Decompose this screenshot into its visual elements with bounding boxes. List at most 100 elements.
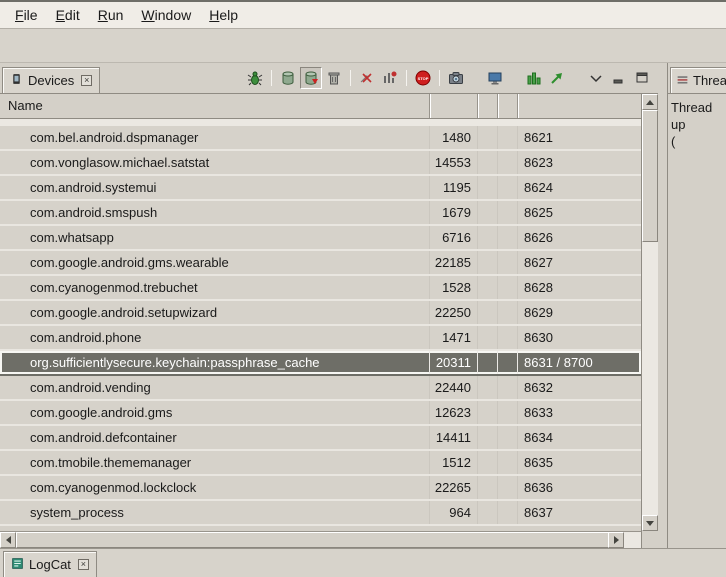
process-pid: 6716 — [430, 226, 478, 249]
scroll-up-icon[interactable] — [642, 94, 658, 110]
tab-threads[interactable]: Threa — [670, 67, 726, 93]
menu-help[interactable]: Help — [200, 4, 247, 26]
eclipse-ddms-window: File Edit Run Window Help Devices × — [0, 0, 726, 577]
view-menu-icon[interactable] — [585, 67, 607, 89]
process-col2 — [498, 326, 518, 349]
process-port: 8627 — [518, 251, 641, 274]
process-pid: 1471 — [430, 326, 478, 349]
process-pid: 22250 — [430, 301, 478, 324]
close-icon[interactable]: × — [78, 559, 89, 570]
process-name: com.cyanogenmod.trebuchet — [0, 276, 430, 299]
process-row[interactable]: com.android.defcontainer 14411 8634 — [0, 426, 641, 451]
process-row[interactable]: com.android.phone 1471 8630 — [0, 326, 641, 351]
process-port: 8628 — [518, 276, 641, 299]
column-header-1[interactable] — [478, 94, 498, 118]
tab-devices[interactable]: Devices × — [2, 67, 100, 93]
menu-run[interactable]: Run — [89, 4, 133, 26]
process-name: org.sufficientlysecure.keychain:passphra… — [0, 351, 430, 374]
column-header-2[interactable] — [498, 94, 518, 118]
process-col2 — [498, 401, 518, 424]
column-header-port[interactable] — [518, 94, 641, 118]
update-threads-icon[interactable] — [356, 67, 378, 89]
scroll-right-icon[interactable] — [608, 532, 624, 548]
process-row[interactable]: com.android.smspush 1679 8625 — [0, 201, 641, 226]
logcat-tab-label: LogCat — [29, 557, 71, 572]
process-name: com.android.systemui — [0, 176, 430, 199]
cause-gc-icon[interactable] — [323, 67, 345, 89]
process-row[interactable]: com.cyanogenmod.trebuchet 1528 8628 — [0, 276, 641, 301]
process-pid: 14553 — [430, 151, 478, 174]
process-port: 8623 — [518, 151, 641, 174]
tab-logcat[interactable]: LogCat × — [3, 551, 97, 577]
process-row[interactable]: org.sufficientlysecure.keychain:passphra… — [0, 351, 641, 376]
devices-tab-label: Devices — [28, 73, 74, 88]
process-col1 — [478, 176, 498, 199]
process-row[interactable]: com.bel.android.dspmanager 1480 8621 — [0, 126, 641, 151]
column-header-name[interactable]: Name — [0, 94, 430, 118]
toolbar-separator — [350, 70, 351, 86]
process-name: com.bel.android.dspmanager — [0, 126, 430, 149]
process-col1 — [478, 476, 498, 499]
process-row[interactable]: com.google.android.gms 12623 8633 — [0, 401, 641, 426]
vertical-scroll-thumb[interactable] — [642, 110, 658, 242]
threads-message-line: Thread up — [671, 99, 723, 133]
process-pid: 1512 — [430, 451, 478, 474]
process-col2 — [498, 251, 518, 274]
threads-icon — [676, 73, 689, 89]
process-row[interactable]: system_process 964 8637 — [0, 501, 641, 526]
process-row[interactable]: com.tmobile.thememanager 1512 8635 — [0, 451, 641, 476]
workbench-area: Devices × — [0, 63, 726, 548]
hierarchy-bars-icon[interactable] — [523, 67, 545, 89]
scroll-left-icon[interactable] — [0, 532, 16, 548]
screen-record-icon[interactable] — [484, 67, 506, 89]
process-row[interactable]: com.android.systemui 1195 8624 — [0, 176, 641, 201]
screen-capture-icon[interactable] — [445, 67, 467, 89]
stop-process-icon[interactable]: STOP — [412, 67, 434, 89]
process-pid: 964 — [430, 501, 478, 524]
process-col1 — [478, 226, 498, 249]
menu-window[interactable]: Window — [132, 4, 200, 26]
process-port: 8629 — [518, 301, 641, 324]
minimize-view-icon[interactable] — [608, 67, 630, 89]
process-port: 8635 — [518, 451, 641, 474]
process-row[interactable]: com.whatsapp 6716 8626 — [0, 226, 641, 251]
menu-edit[interactable]: Edit — [47, 4, 89, 26]
process-row[interactable]: com.cyanogenmod.lockclock 22265 8636 — [0, 476, 641, 501]
process-col1 — [478, 451, 498, 474]
panel-sash[interactable] — [658, 63, 667, 548]
maximize-view-icon[interactable] — [631, 67, 653, 89]
update-heap-icon[interactable] — [277, 67, 299, 89]
process-col1 — [478, 251, 498, 274]
vertical-scrollbar[interactable] — [641, 94, 658, 531]
scroll-down-icon[interactable] — [642, 515, 658, 531]
process-col1 — [478, 326, 498, 349]
process-col2 — [498, 501, 518, 524]
process-col2 — [498, 226, 518, 249]
toolbar-separator — [271, 70, 272, 86]
dump-hprof-icon[interactable] — [300, 67, 322, 89]
table-header: Name — [0, 94, 641, 119]
debug-process-icon[interactable] — [244, 67, 266, 89]
menu-file[interactable]: File — [6, 4, 47, 26]
threads-message-line: ( — [671, 133, 723, 150]
threads-message: Thread up ( — [668, 93, 726, 548]
process-port: 8633 — [518, 401, 641, 424]
horizontal-scrollbar[interactable] — [0, 531, 641, 548]
close-icon[interactable]: × — [81, 75, 92, 86]
process-col1 — [478, 426, 498, 449]
process-col2 — [498, 426, 518, 449]
process-row[interactable]: com.android.vending 22440 8632 — [0, 376, 641, 401]
main-toolbar — [0, 29, 726, 63]
horizontal-scroll-thumb[interactable] — [16, 532, 616, 548]
scrollbar-corner — [641, 531, 658, 548]
expand-arrow-icon[interactable] — [546, 67, 568, 89]
process-row[interactable]: com.google.android.setupwizard 22250 862… — [0, 301, 641, 326]
process-port: 8624 — [518, 176, 641, 199]
start-method-profiling-icon[interactable] — [379, 67, 401, 89]
column-header-pid[interactable] — [430, 94, 478, 118]
toolbar-separator — [439, 70, 440, 86]
process-port: 8621 — [518, 126, 641, 149]
process-row[interactable]: com.vonglasow.michael.satstat 14553 8623 — [0, 151, 641, 176]
process-row[interactable]: com.google.android.gms.wearable 22185 86… — [0, 251, 641, 276]
process-pid: 20311 — [430, 351, 478, 374]
